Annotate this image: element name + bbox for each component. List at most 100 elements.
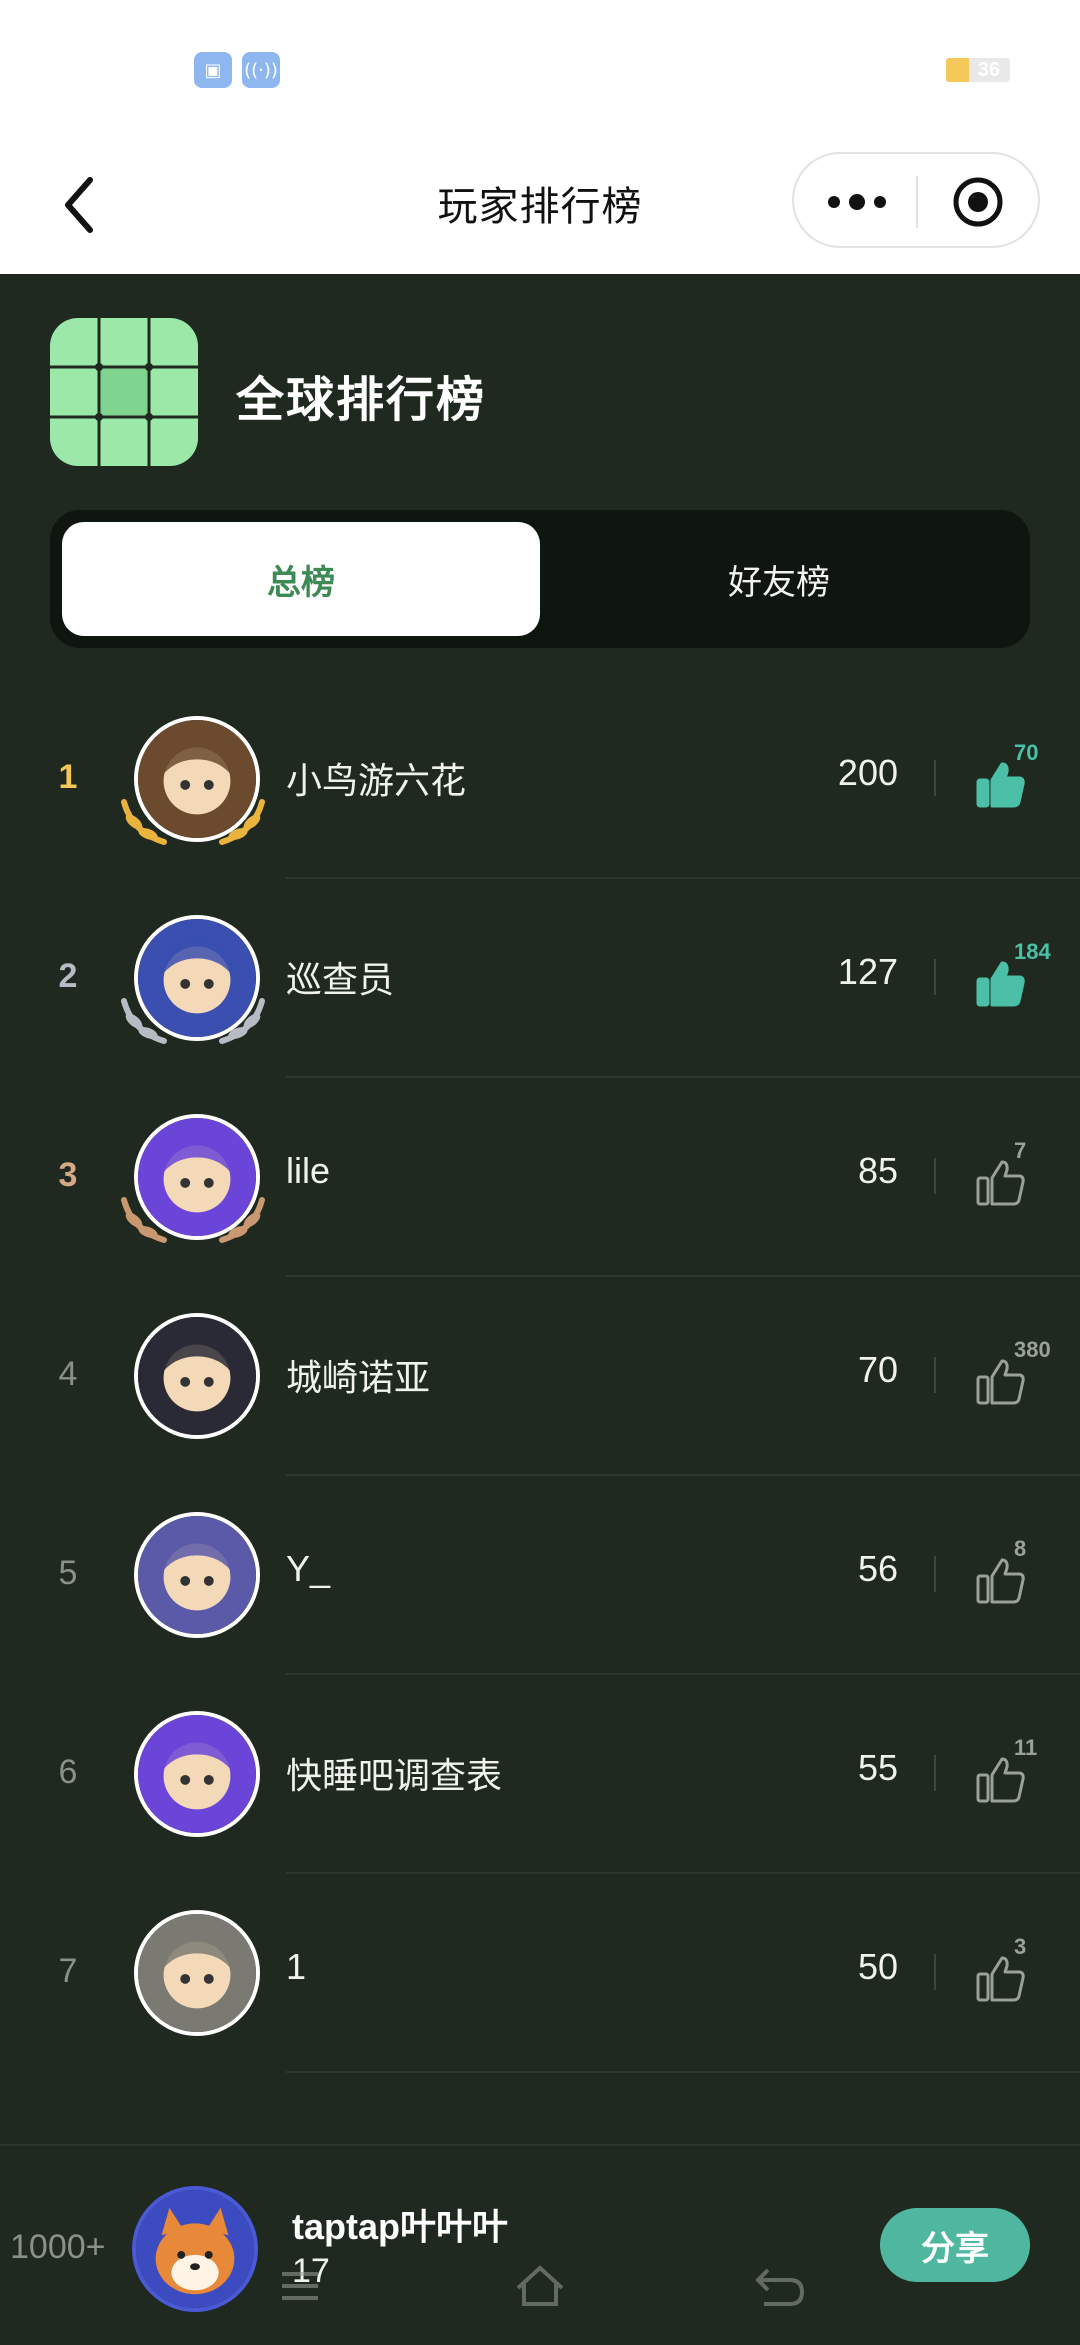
like-button[interactable]: 7 [972, 1138, 1052, 1208]
rank-number: 4 [58, 1355, 78, 1393]
back-arrow-icon[interactable] [750, 2256, 810, 2316]
rank-number: 5 [58, 1554, 78, 1592]
rank-number: 2 [58, 957, 78, 995]
avatar[interactable] [118, 716, 268, 846]
my-rank: 1000+ [10, 2228, 106, 2266]
tab-friends[interactable]: 好友榜 [540, 522, 1018, 636]
leaderboard-row[interactable]: 3 lile 85 7 [0, 1078, 1080, 1277]
grid-board-icon [50, 318, 198, 466]
thumbs-up-icon [976, 762, 1025, 808]
like-count: 3 [1014, 1934, 1027, 1959]
avatar-portrait [138, 1516, 256, 1634]
avatar[interactable] [118, 1910, 268, 2040]
row-separator [286, 2071, 1080, 2073]
leaderboard-page: 全球排行榜 总榜 好友榜 1 小鸟游六花 200 70 2 巡查员 127 184 3 lile 8… [0, 274, 1080, 2345]
player-score: 70 [857, 1349, 898, 1390]
battery-fill [946, 58, 970, 82]
player-name: 小鸟游六花 [286, 760, 467, 801]
laurel-medal-icon [121, 998, 265, 1044]
avatar[interactable] [118, 1114, 268, 1244]
player-name: lile [286, 1150, 331, 1191]
player-name: 城崎诺亚 [286, 1357, 431, 1398]
battery-indicator: 36 [946, 58, 1010, 82]
like-count: 8 [1014, 1536, 1027, 1561]
avatar[interactable] [118, 1711, 268, 1841]
screen-cast-icon: ▣ [194, 52, 232, 88]
mini-program-capsule [792, 152, 1040, 248]
player-score: 50 [857, 1946, 898, 1987]
like-count: 380 [1014, 1337, 1051, 1362]
thumbs-up-icon [976, 961, 1025, 1007]
navbar: 玩家排行榜 [0, 140, 1080, 274]
thumbs-up-icon [976, 1558, 1025, 1604]
leaderboard-row[interactable]: 2 巡查员 127 184 [0, 879, 1080, 1078]
avatar-image [134, 1512, 260, 1638]
menu-icon[interactable] [270, 2256, 330, 2316]
rank-number: 3 [58, 1156, 78, 1194]
like-button[interactable]: 70 [972, 740, 1052, 810]
thumbs-up-icon [976, 1956, 1025, 2002]
my-avatar [132, 2186, 258, 2312]
laurel-medal-icon [121, 799, 265, 845]
like-button[interactable]: 380 [972, 1337, 1052, 1407]
avatar[interactable] [118, 1512, 268, 1642]
avatar-portrait [138, 1914, 256, 2032]
row-divider [934, 1357, 936, 1393]
shiba-avatar-image [136, 2190, 254, 2308]
like-count: 184 [1014, 939, 1051, 964]
like-count: 11 [1014, 1735, 1038, 1760]
like-button[interactable]: 11 [972, 1735, 1052, 1805]
thumbs-up-icon [976, 1359, 1025, 1405]
avatar[interactable] [118, 1313, 268, 1443]
avatar-image [134, 1313, 260, 1439]
row-divider [934, 959, 936, 995]
more-dots-icon[interactable] [822, 184, 892, 220]
leaderboard-row[interactable]: 5 Y_ 56 8 [0, 1476, 1080, 1675]
my-name: taptap叶叶叶 [292, 2206, 509, 2247]
player-score: 85 [857, 1150, 898, 1191]
tab-bar: 总榜 好友榜 [50, 510, 1030, 648]
like-button[interactable]: 8 [972, 1536, 1052, 1606]
target-icon[interactable] [952, 176, 1004, 228]
row-divider [934, 760, 936, 796]
leaderboard-row[interactable]: 4 城崎诺亚 70 380 [0, 1277, 1080, 1476]
leaderboard-row[interactable]: 6 快睡吧调查表 55 11 [0, 1675, 1080, 1874]
battery-level: 36 [977, 59, 1000, 81]
like-count: 70 [1014, 740, 1039, 765]
laurel-medal-icon [121, 1197, 265, 1243]
home-icon[interactable] [510, 2256, 570, 2316]
leaderboard-row[interactable]: 7 1 50 3 [0, 1874, 1080, 2073]
thumbs-up-icon [976, 1160, 1025, 1206]
player-name: 1 [286, 1946, 307, 1987]
avatar-image [134, 1711, 260, 1837]
rank-number: 7 [58, 1952, 78, 1990]
like-count: 7 [1014, 1138, 1027, 1163]
row-divider [934, 1556, 936, 1592]
leaderboard-row[interactable]: 1 小鸟游六花 200 70 [0, 680, 1080, 879]
player-name: Y_ [286, 1548, 331, 1589]
share-button[interactable]: 分享 [880, 2208, 1030, 2282]
tab-overall[interactable]: 总榜 [62, 522, 540, 636]
avatar-portrait [138, 1715, 256, 1833]
avatar-portrait [138, 1317, 256, 1435]
rank-number: 6 [58, 1753, 78, 1791]
row-divider [934, 1954, 936, 1990]
like-button[interactable]: 184 [972, 939, 1052, 1009]
like-button[interactable]: 3 [972, 1934, 1052, 2004]
avatar-image [134, 1910, 260, 2036]
my-rank-bar: 1000+ taptap叶叶叶 17 分享 [0, 2144, 1080, 2345]
player-score: 127 [837, 951, 898, 992]
player-score: 200 [837, 752, 898, 793]
hotspot-icon: ((·)) [242, 52, 280, 88]
status-bar: ▣ ((·)) 36 [0, 0, 1080, 140]
row-divider [934, 1755, 936, 1791]
player-name: 巡查员 [286, 959, 395, 1000]
avatar[interactable] [118, 915, 268, 1045]
row-divider [934, 1158, 936, 1194]
player-score: 55 [857, 1747, 898, 1788]
thumbs-up-icon [976, 1757, 1025, 1803]
player-name: 快睡吧调查表 [286, 1755, 503, 1796]
capsule-divider [916, 176, 918, 228]
rank-number: 1 [58, 758, 78, 796]
player-score: 56 [857, 1548, 898, 1589]
